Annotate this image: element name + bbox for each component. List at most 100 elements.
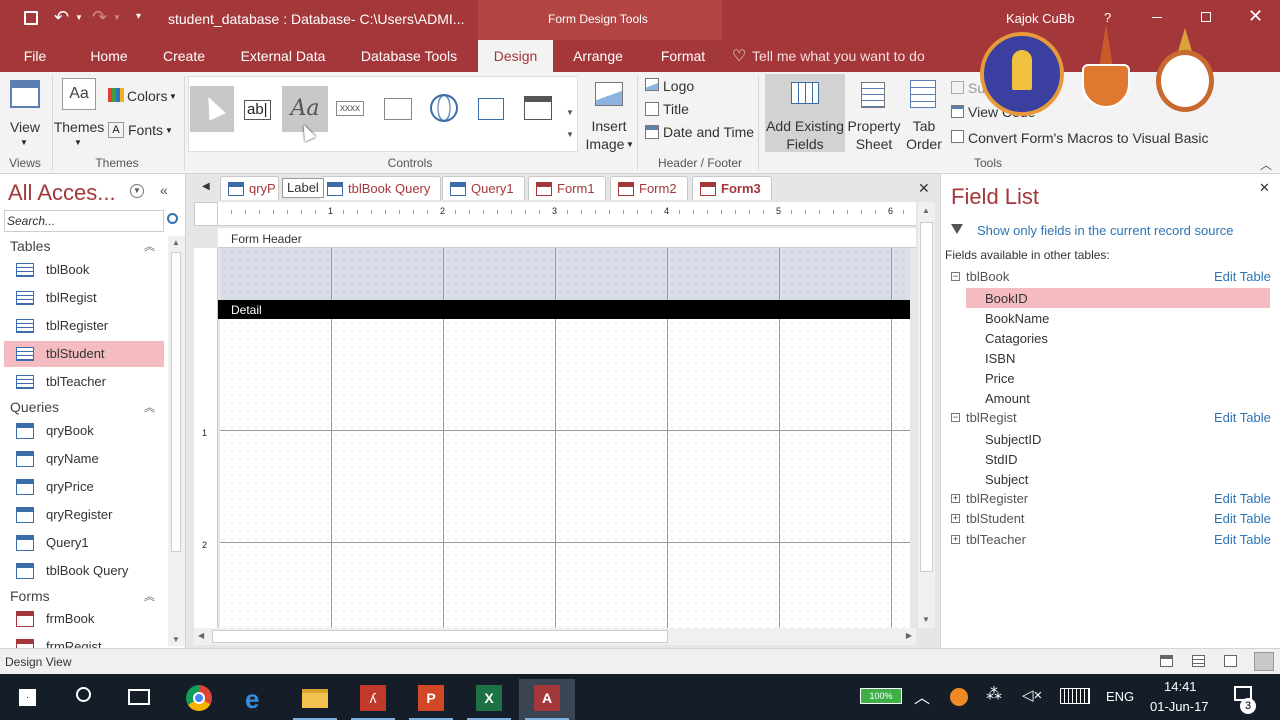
field-list-table-tblbook[interactable]: tblBook [966,269,1009,284]
tab-home[interactable]: Home [78,40,140,72]
nav-item-frmregist[interactable]: frmRegist [4,634,164,648]
detail-section-canvas[interactable] [220,319,910,628]
expand-tblteacher-icon[interactable]: + [951,535,960,544]
windows-start-icon[interactable] [19,689,36,706]
logo-button[interactable]: Logo [663,78,694,94]
nav-section-queries[interactable]: Queries [10,399,59,415]
date-time-button[interactable]: Date and Time [663,124,754,140]
save-icon[interactable] [24,11,38,25]
form-horizontal-scrollbar[interactable]: ◀ ▶ [194,628,916,645]
expand-tblstudent-icon[interactable]: + [951,514,960,523]
fonts-dropdown-icon[interactable]: ▼ [165,126,173,135]
convert-macros-button[interactable]: Convert Form's Macros to Visual Basic [968,130,1209,146]
datasheet-view-icon[interactable] [1192,655,1205,667]
field-bookid[interactable]: BookID [985,291,1028,306]
language-indicator[interactable]: ENG [1106,689,1134,704]
clock-time[interactable]: 14:41 [1164,679,1197,694]
field-bookname[interactable]: BookName [985,311,1049,326]
form-vertical-scrollbar[interactable]: ▲ ▼ [918,202,935,628]
nav-item-tblregist[interactable]: tblRegist [4,285,164,311]
doc-tab-qryp[interactable]: qryP [220,176,279,200]
button-tool[interactable]: xxxx [336,101,364,116]
insert-image-button-line2[interactable]: Image [582,135,628,153]
field-catagories[interactable]: Catagories [985,331,1048,346]
tab-format[interactable]: Format [650,40,716,72]
volume-icon[interactable]: ◁× [1022,686,1042,704]
access-taskbar-icon[interactable]: A [519,679,575,720]
ruler-corner[interactable] [194,202,218,226]
nav-item-qryregister[interactable]: qryRegister [4,502,164,528]
expand-tblbook-icon[interactable]: − [951,272,960,281]
keyboard-icon[interactable] [1060,688,1090,704]
field-amount[interactable]: Amount [985,391,1030,406]
tab-create[interactable]: Create [152,40,216,72]
nav-item-qrybook[interactable]: qryBook [4,418,164,444]
powerpoint-taskbar-icon[interactable]: P [403,679,459,720]
nav-scroll-thumb[interactable] [171,252,181,552]
tab-design[interactable]: Design [478,40,553,72]
form-vscroll-thumb[interactable] [920,222,933,572]
layout-view-icon[interactable] [1224,655,1237,667]
doc-tab-form1[interactable]: Form1 [528,176,606,200]
textbox-tool[interactable]: ab| [244,100,271,120]
queries-collapse-icon[interactable]: ︽ [144,399,155,415]
fonts-button[interactable]: Fonts [128,122,163,138]
field-list-table-tblteacher[interactable]: tblTeacher [966,532,1026,547]
field-list-table-tblregist[interactable]: tblRegist [966,410,1017,425]
themes-button[interactable]: Themes [52,118,106,136]
title-button[interactable]: Title [663,101,689,117]
nav-scrollbar[interactable]: ▲ ▼ [168,236,185,646]
restore-icon[interactable] [1201,12,1211,22]
field-price[interactable]: Price [985,371,1015,386]
nav-item-qryname[interactable]: qryName [4,446,164,472]
edge-taskbar-icon[interactable]: e [229,679,285,720]
hyperlink-globe-icon[interactable] [430,94,458,122]
nav-collapse-icon[interactable]: « [160,182,168,198]
network-icon[interactable]: ⁂ [986,684,1002,704]
close-document-icon[interactable]: ✕ [918,180,930,197]
nav-item-tblstudent[interactable]: tblStudent [4,341,164,367]
nav-item-query1[interactable]: Query1 [4,530,164,556]
excel-taskbar-icon[interactable]: X [461,679,517,720]
insert-image-dropdown-icon[interactable]: ▼ [626,140,634,149]
clock-date[interactable]: 01-Jun-17 [1150,699,1209,714]
edit-table-tblregist[interactable]: Edit Table [1214,410,1271,425]
field-stdid[interactable]: StdID [985,452,1018,467]
collapse-ribbon-icon[interactable]: ︿ [1260,156,1272,173]
field-subjectid[interactable]: SubjectID [985,432,1041,447]
nav-item-tblregister[interactable]: tblRegister [4,313,164,339]
tray-app-icon[interactable] [950,688,968,706]
nav-section-tables[interactable]: Tables [10,238,50,254]
property-sheet-button2[interactable]: Sheet [846,135,902,153]
search-icon[interactable] [167,213,178,224]
battery-icon[interactable]: 100% [860,688,902,704]
view-dropdown-icon[interactable]: ▼ [20,138,28,147]
doc-tab-tblbook-query[interactable]: tblBook Query [320,176,442,200]
themes-dropdown-icon[interactable]: ▼ [74,138,82,147]
colors-dropdown-icon[interactable]: ▼ [169,92,177,101]
expand-tblregist-icon[interactable]: − [951,413,960,422]
nav-item-tblbook[interactable]: tblBook [4,257,164,283]
edit-table-tblregister[interactable]: Edit Table [1214,491,1271,506]
tab-external-data[interactable]: External Data [230,40,336,72]
nav-item-tblteacher[interactable]: tblTeacher [4,369,164,395]
edit-table-tblstudent[interactable]: Edit Table [1214,511,1271,526]
expand-tblregister-icon[interactable]: + [951,494,960,503]
navigation-control-icon[interactable] [524,96,552,120]
field-list-table-tblregister[interactable]: tblRegister [966,491,1028,506]
form-header-bar[interactable]: Form Header [218,228,916,248]
field-subject[interactable]: Subject [985,472,1028,487]
nav-section-forms[interactable]: Forms [10,588,50,604]
insert-image-button[interactable]: Insert [586,117,632,135]
edit-table-tblteacher[interactable]: Edit Table [1214,532,1271,547]
nav-item-tblbook-query[interactable]: tblBook Query [4,558,164,584]
tab-order-button[interactable]: Tab [904,117,944,135]
nav-search-box[interactable]: Search... [4,210,164,232]
tables-collapse-icon[interactable]: ︽ [144,238,155,254]
web-browser-control-icon[interactable] [478,98,504,120]
design-view-icon[interactable] [1254,652,1274,671]
tell-me-box[interactable]: Tell me what you want to do [752,48,925,64]
doc-tabs-scroll-left-icon[interactable]: ◀ [202,181,210,192]
edit-table-tblbook[interactable]: Edit Table [1214,269,1271,284]
nav-menu-icon[interactable]: ▼ [130,184,144,198]
